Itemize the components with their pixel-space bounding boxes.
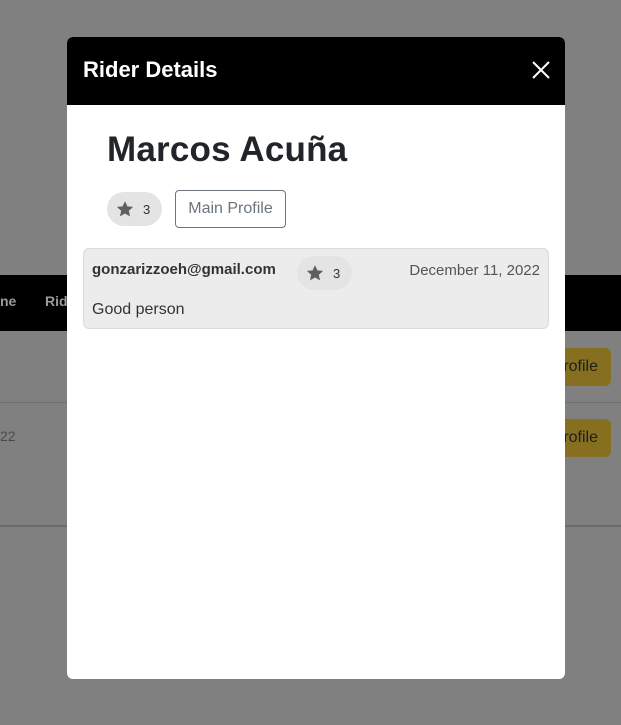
star-icon: [116, 201, 134, 217]
background-cell-text: 22: [0, 428, 16, 444]
close-button[interactable]: [531, 60, 551, 80]
review-date: December 11, 2022: [409, 262, 540, 279]
rider-name: Marcos Acuña: [107, 130, 348, 169]
rider-rating-badge: 3: [107, 192, 163, 226]
background-nav-item: Rid: [45, 293, 68, 309]
review-rating-badge: 3: [297, 256, 353, 290]
modal-header: Rider Details: [67, 37, 565, 105]
rating-value: 3: [143, 201, 151, 217]
rider-details-modal: Rider Details Marcos Acuña 3 Main Profil…: [67, 37, 565, 679]
review-card: gonzarizzoeh@gmail.com 3 December 11, 20…: [83, 248, 549, 329]
star-icon: [306, 265, 324, 281]
background-nav-item: ne: [0, 293, 17, 309]
main-profile-button[interactable]: Main Profile: [175, 190, 286, 228]
close-icon: [532, 61, 550, 79]
review-rating-value: 3: [333, 265, 341, 281]
modal-title: Rider Details: [83, 57, 218, 82]
review-email: gonzarizzoeh@gmail.com: [92, 261, 276, 278]
review-text: Good person: [92, 301, 185, 318]
